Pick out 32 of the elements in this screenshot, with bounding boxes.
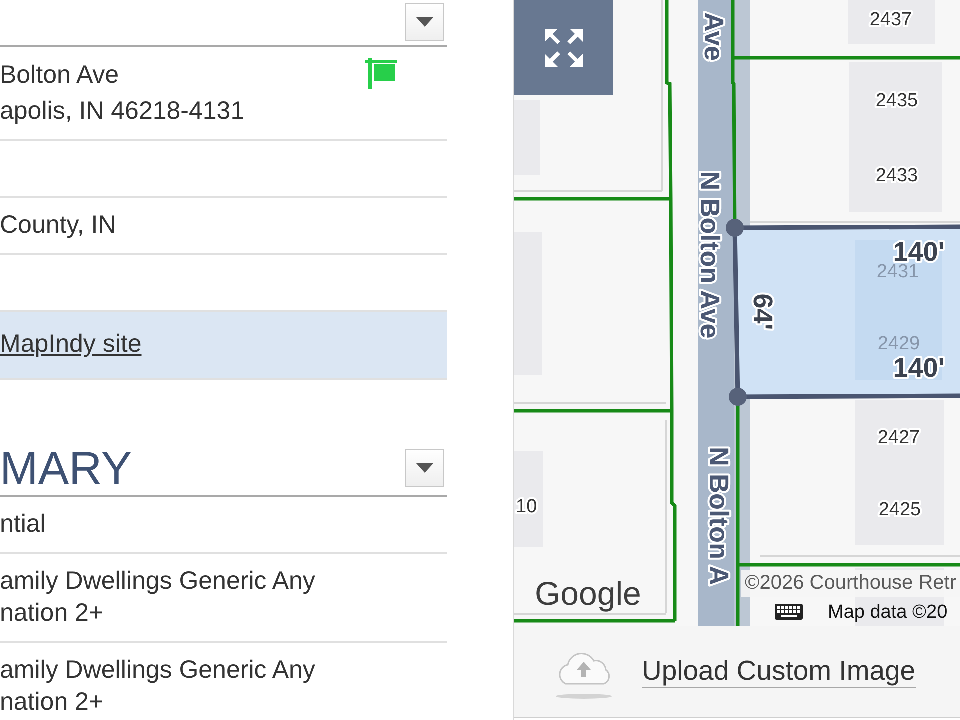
vertex-marker (729, 388, 747, 406)
dimension-label: 64' (748, 294, 778, 330)
land-use-text: amily Dwellings Generic Any nation 2+ (0, 566, 316, 629)
house-number: 2429 (878, 334, 920, 354)
land-use-text: ntial (0, 509, 47, 540)
house-number: 2431 (876, 262, 920, 282)
dropdown-button[interactable] (405, 3, 444, 41)
land-use-text: amily Dwellings Generic Any nation 2+ (0, 655, 316, 718)
dropdown-button[interactable] (405, 448, 444, 486)
house-number: 2427 (878, 428, 920, 448)
section-heading: MARY (0, 444, 132, 490)
address-text: Bolton Ave apolis, IN 46218-4131 (0, 60, 245, 127)
vertex-marker (726, 219, 744, 237)
dimension-label: 140' (893, 353, 945, 383)
county-text: County, IN (0, 210, 116, 241)
house-number: 2435 (876, 90, 918, 112)
street-label: N Bolton Ave (695, 171, 725, 339)
house-number: 10 (516, 496, 538, 518)
map-site-link[interactable]: MapIndy site (0, 326, 142, 364)
caret-icon (416, 462, 434, 472)
house-number: 2433 (876, 166, 918, 186)
map-logo: Google (535, 577, 642, 610)
house-number: 2425 (878, 500, 922, 520)
street-label: N Bolton A (704, 447, 734, 586)
keyboard-icon[interactable] (775, 604, 803, 620)
street-label: Ave (699, 12, 729, 61)
flag-icon (365, 58, 397, 89)
house-number: 2437 (870, 10, 912, 30)
fullscreen-icon (544, 28, 582, 66)
map-data-text: Map data ©20 (828, 602, 948, 624)
fullscreen-button[interactable] (514, 0, 613, 95)
caret-icon (416, 17, 434, 27)
